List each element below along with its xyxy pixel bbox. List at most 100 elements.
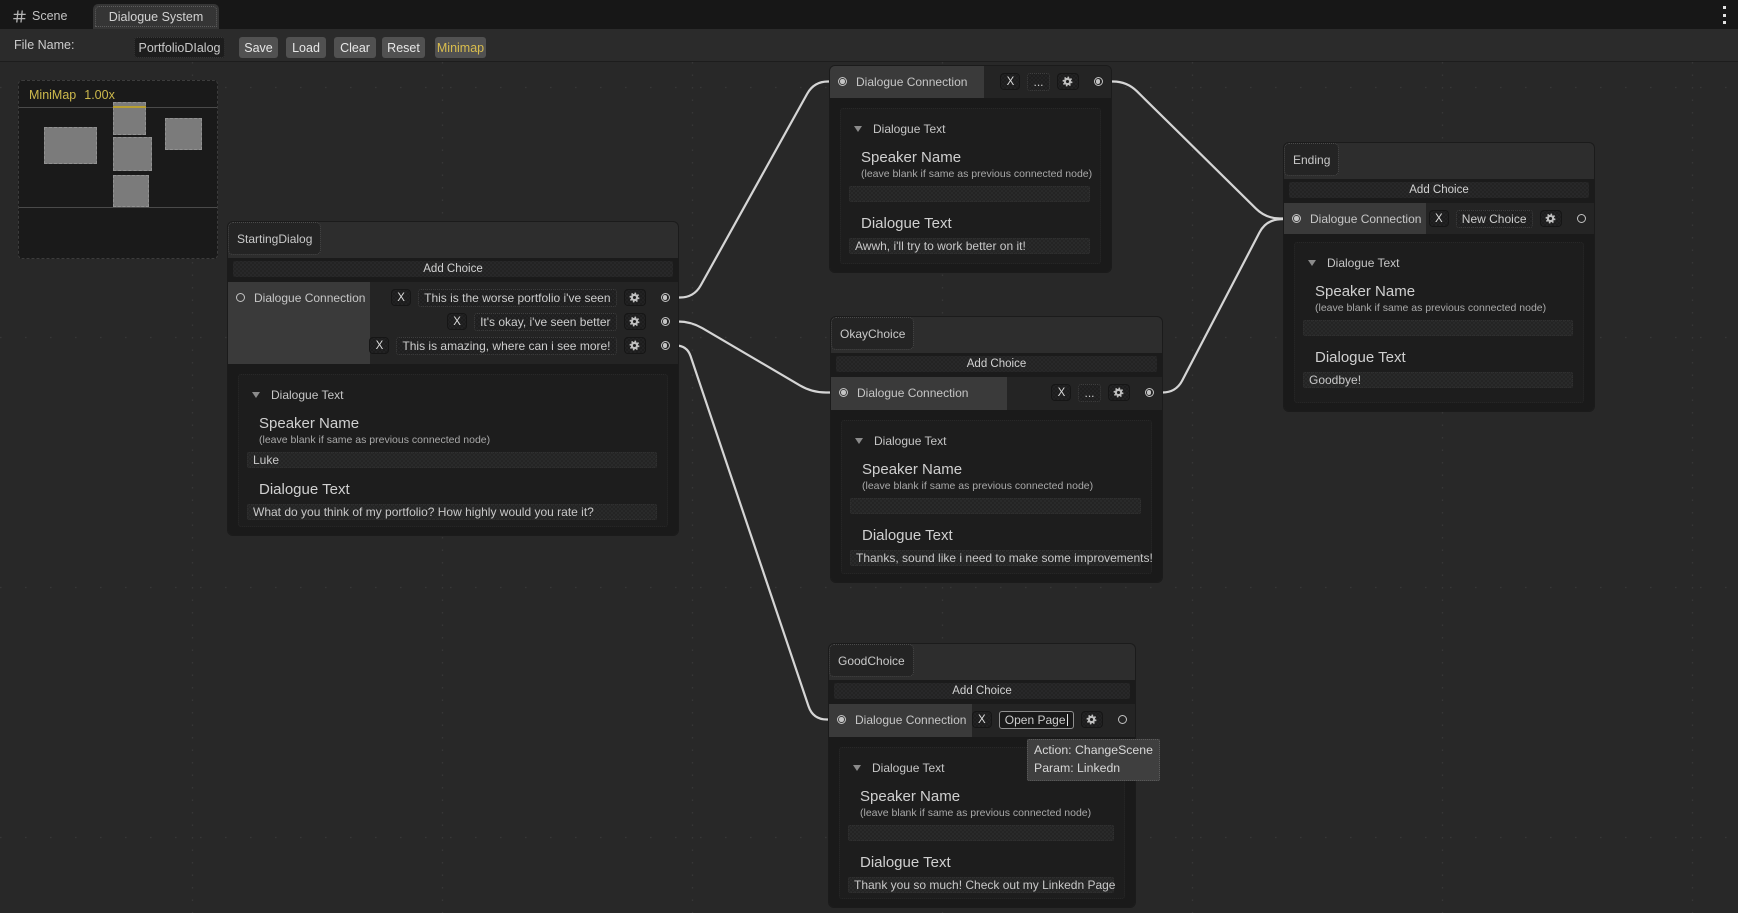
speaker-name-hint: (leave blank if same as previous connect… (860, 807, 1091, 819)
dialogue-connection-port-group: Dialogue Connection (228, 282, 370, 364)
dialogue-connection-row: Dialogue Connection (829, 711, 966, 729)
delete-choice-label: X (1435, 213, 1443, 225)
minimap-node-starting-node (44, 127, 97, 164)
delete-choice-button[interactable]: X (391, 289, 411, 306)
output-port[interactable] (1094, 77, 1103, 86)
dialogue-text-field[interactable]: What do you think of my portfolio? How h… (247, 504, 657, 520)
choice-text-field[interactable]: ... (1078, 384, 1100, 402)
delete-choice-button[interactable]: X (972, 711, 992, 728)
dialogue-text-foldout-label: Dialogue Text (872, 761, 945, 775)
dialogue-text-foldout-label: Dialogue Text (873, 122, 946, 136)
add-choice-button[interactable]: Add Choice (836, 356, 1157, 372)
minimap-title: MiniMap 1.00x (29, 88, 115, 102)
choice-settings-button[interactable] (624, 337, 646, 354)
output-port[interactable] (661, 341, 670, 350)
output-port[interactable] (661, 293, 670, 302)
edge-connection-3[interactable] (1098, 82, 1296, 219)
load-button[interactable]: Load (286, 37, 326, 58)
file-name-input[interactable]: PortfolioDIalog (134, 37, 225, 58)
input-port[interactable] (1292, 214, 1301, 223)
choice-settings-button[interactable] (1108, 384, 1130, 401)
dialogue-text-foldout[interactable]: Dialogue Text (855, 434, 947, 448)
node-starting-dialog[interactable]: StartingDialog Add Choice Dialogue Connect… (227, 221, 679, 536)
output-port[interactable] (1577, 214, 1586, 223)
dialogue-text-field[interactable]: Awwh, i'll try to work better on it! (849, 238, 1090, 254)
tab-scene-label: Scene (32, 9, 67, 23)
save-button[interactable]: Save (239, 37, 278, 58)
node-title-tab[interactable]: StartingDialog (228, 222, 321, 255)
add-choice-button[interactable]: Add Choice (233, 261, 673, 277)
add-choice-label: Add Choice (952, 685, 1011, 697)
node-ending[interactable]: EndingAdd ChoiceDialogue ConnectionXNew … (1283, 142, 1595, 412)
dialogue-text-foldout[interactable]: Dialogue Text (1308, 256, 1400, 270)
choice-text-field[interactable]: New Choice (1456, 210, 1533, 228)
choice-settings-button[interactable] (624, 289, 646, 306)
choice-settings-button[interactable] (1081, 711, 1103, 728)
add-choice-button[interactable]: Add Choice (1289, 182, 1589, 198)
speaker-name-field[interactable]: Luke (247, 452, 657, 468)
add-choice-row: Add Choice (829, 680, 1135, 704)
delete-choice-button[interactable]: X (369, 337, 389, 354)
dialogue-connection-label: Dialogue Connection (856, 75, 967, 89)
speaker-name-field[interactable] (849, 186, 1090, 202)
node-extension: Dialogue TextSpeaker Name(leave blank if… (1284, 234, 1594, 411)
dialogue-text-field[interactable]: Thanks, sound like i need to make some i… (850, 550, 1141, 566)
kebab-menu-icon[interactable] (1721, 6, 1727, 24)
choice-text-field[interactable]: ... (1027, 73, 1049, 91)
edge-connection-2[interactable] (665, 346, 844, 720)
minimap-toggle-button[interactable]: Minimap (435, 37, 486, 58)
dialogue-text-foldout[interactable]: Dialogue Text (853, 761, 945, 775)
minimap-title-label: MiniMap (29, 88, 76, 102)
choice-settings-button[interactable] (624, 313, 646, 330)
delete-choice-button[interactable]: X (1000, 73, 1020, 90)
delete-choice-button[interactable]: X (1051, 384, 1071, 401)
minimap-panel[interactable]: MiniMap 1.00x (18, 80, 218, 259)
choice-text-field[interactable]: Open Page (999, 711, 1074, 729)
dialogue-text-field[interactable]: Goodbye! (1303, 372, 1573, 388)
output-port[interactable] (661, 317, 670, 326)
delete-choice-button[interactable]: X (447, 313, 467, 330)
input-port[interactable] (837, 715, 846, 724)
choice-text-field[interactable]: This is amazing, where can i see more! (396, 337, 616, 355)
choice-settings-button[interactable] (1057, 73, 1079, 90)
input-port[interactable] (236, 293, 245, 302)
clear-button[interactable]: Clear (334, 37, 376, 58)
add-choice-button[interactable]: Add Choice (834, 683, 1130, 699)
choice-settings-button[interactable] (1540, 210, 1562, 227)
output-port[interactable] (1118, 715, 1127, 724)
choice-row: X It's okay, i've seen better (447, 313, 678, 331)
node-title-tab[interactable]: OkayChoice (831, 317, 914, 350)
action-tooltip: Action: ChangeScene Param: Linkedn (1027, 739, 1160, 781)
node-bad-choice[interactable]: Dialogue ConnectionX...Dialogue TextSpea… (829, 65, 1112, 273)
dialogue-text-value: Awwh, i'll try to work better on it! (855, 239, 1026, 253)
dialogue-text-value: Thank you so much! Check out my Linkedn … (854, 878, 1115, 892)
node-title-tab[interactable]: Ending (1284, 143, 1339, 176)
speaker-name-field[interactable] (848, 825, 1114, 841)
file-name-value: PortfolioDIalog (139, 41, 221, 55)
node-okay-choice[interactable]: OkayChoiceAdd ChoiceDialogue ConnectionX… (830, 316, 1163, 583)
gear-icon (629, 292, 640, 303)
choice-row: X New Choice (1429, 210, 1594, 228)
reset-button[interactable]: Reset (382, 37, 425, 58)
graph-canvas[interactable]: StartingDialog Add Choice Dialogue Connect… (0, 0, 1738, 913)
dialogue-connection-area: Dialogue ConnectionXNew Choice (1284, 203, 1594, 234)
delete-choice-button[interactable]: X (1429, 210, 1449, 227)
choice-text-field[interactable]: This is the worse portfolio i've seen (418, 289, 616, 307)
dialogue-text-foldout[interactable]: Dialogue Text (252, 388, 344, 402)
output-port[interactable] (1145, 388, 1154, 397)
speaker-name-field[interactable] (850, 498, 1141, 514)
dialogue-text-foldout-label: Dialogue Text (1327, 256, 1400, 270)
input-port[interactable] (839, 388, 848, 397)
dialogue-text-field[interactable]: Thank you so much! Check out my Linkedn … (848, 877, 1114, 893)
node-title-tab[interactable]: GoodChoice (829, 644, 914, 677)
edge-connection-0[interactable] (665, 82, 844, 298)
dialogue-text-foldout[interactable]: Dialogue Text (854, 122, 946, 136)
edge-connection-4[interactable] (1149, 219, 1295, 393)
gear-icon (629, 340, 640, 351)
tab-dialogue-system[interactable]: Dialogue System (93, 4, 219, 29)
choice-text-field[interactable]: It's okay, i've seen better (474, 313, 616, 331)
input-port[interactable] (838, 77, 847, 86)
dialogue-system-editor: StartingDialog Add Choice Dialogue Connect… (0, 0, 1738, 913)
speaker-name-field[interactable] (1303, 320, 1573, 336)
tab-scene[interactable]: Scene (13, 5, 67, 27)
